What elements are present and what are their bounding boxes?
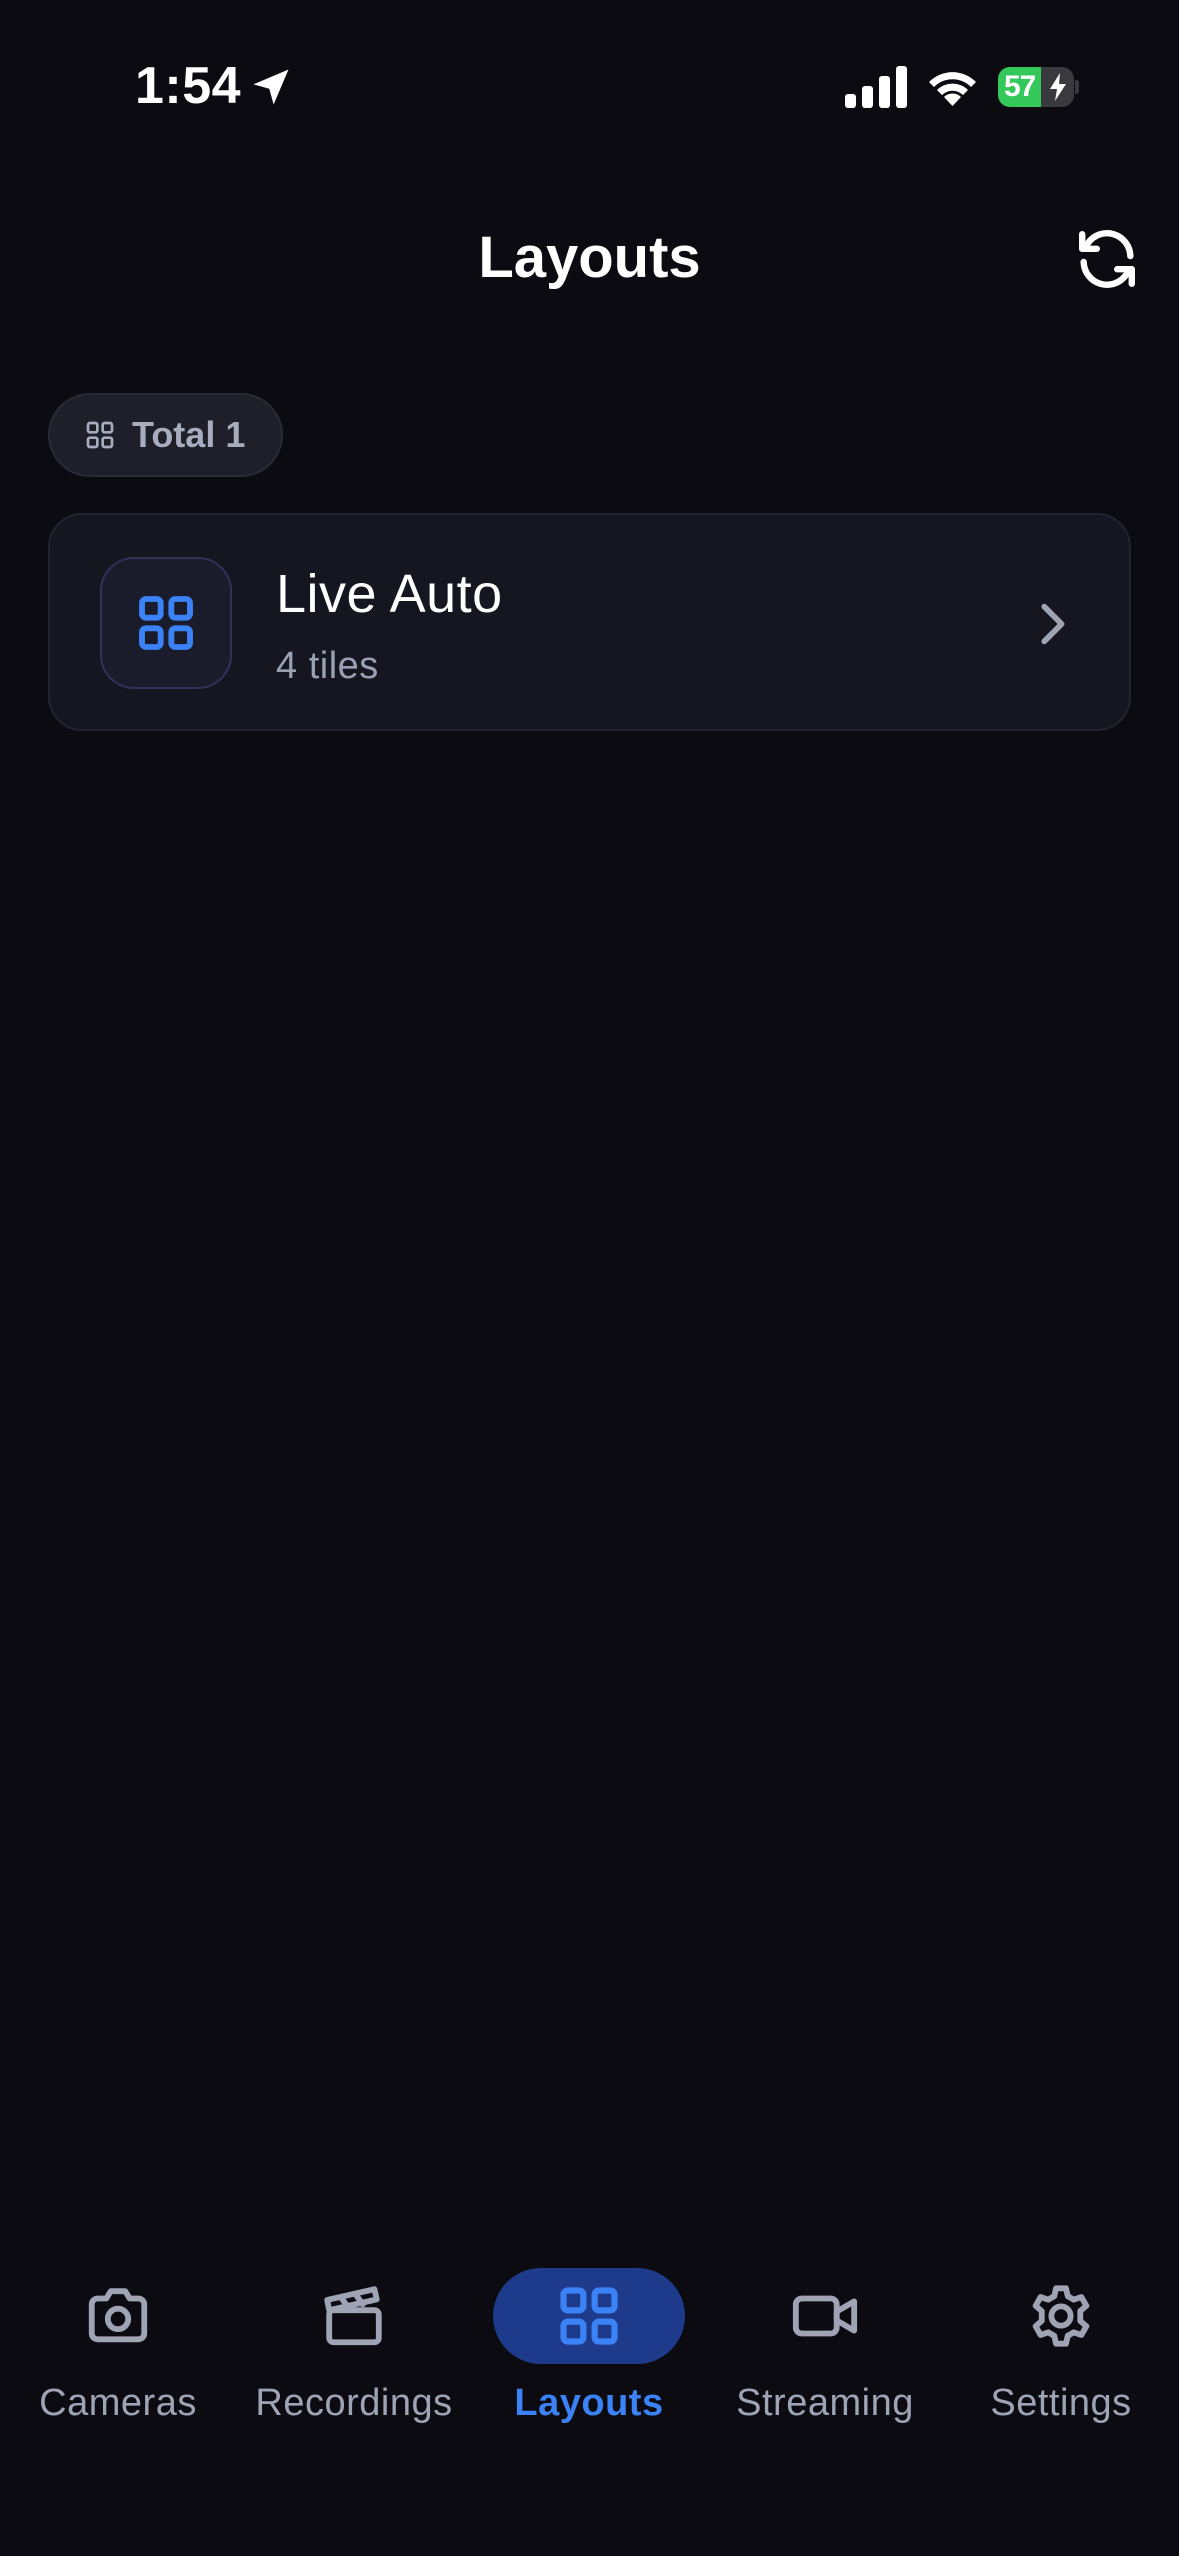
tab-settings[interactable]: Settings <box>943 2240 1179 2440</box>
tab-streaming[interactable]: Streaming <box>707 2240 943 2440</box>
layout-icon-tile <box>100 557 232 689</box>
tab-label: Recordings <box>255 2382 453 2424</box>
tab-cameras[interactable]: Cameras <box>0 2240 236 2440</box>
battery-indicator: 57 <box>998 67 1079 107</box>
tab-label: Cameras <box>39 2382 197 2424</box>
gear-icon <box>1032 2285 1090 2347</box>
cellular-signal-icon <box>845 66 907 108</box>
status-bar: 1:54 57 <box>0 0 1179 175</box>
wifi-icon <box>929 72 976 106</box>
total-count-badge: Total 1 <box>48 393 283 477</box>
status-time: 1:54 <box>135 57 242 115</box>
tab-layouts[interactable]: Layouts <box>471 2240 707 2440</box>
tab-label: Streaming <box>736 2382 914 2424</box>
layout-tile-count: 4 tiles <box>276 645 379 687</box>
refresh-icon <box>1079 230 1135 288</box>
grid-icon <box>139 596 193 650</box>
layout-list-item[interactable]: Live Auto 4 tiles <box>48 513 1131 731</box>
tab-recordings[interactable]: Recordings <box>236 2240 472 2440</box>
layouts-screen: 1:54 57 Layouts Total 1 Live Auto 4 tile… <box>0 0 1179 2556</box>
camera-icon <box>88 2288 148 2343</box>
refresh-button[interactable] <box>1070 222 1144 296</box>
layout-name: Live Auto <box>276 564 503 624</box>
battery-level: 57 <box>1004 70 1036 103</box>
location-arrow-icon <box>253 69 289 105</box>
total-count-label: Total 1 <box>132 414 246 455</box>
battery-charging-icon <box>1050 73 1066 101</box>
chevron-right-icon <box>1041 603 1065 645</box>
active-tab-highlight <box>493 2268 685 2364</box>
tab-label: Layouts <box>514 2382 664 2424</box>
clapperboard-icon <box>324 2286 382 2346</box>
tab-label: Settings <box>990 2382 1132 2424</box>
grid-icon <box>560 2287 618 2345</box>
bottom-tab-bar: Cameras Recordings Layouts Streaming Set… <box>0 2240 1179 2556</box>
video-camera-icon <box>792 2295 858 2337</box>
page-title: Layouts <box>478 225 701 290</box>
grid-icon <box>86 421 114 449</box>
